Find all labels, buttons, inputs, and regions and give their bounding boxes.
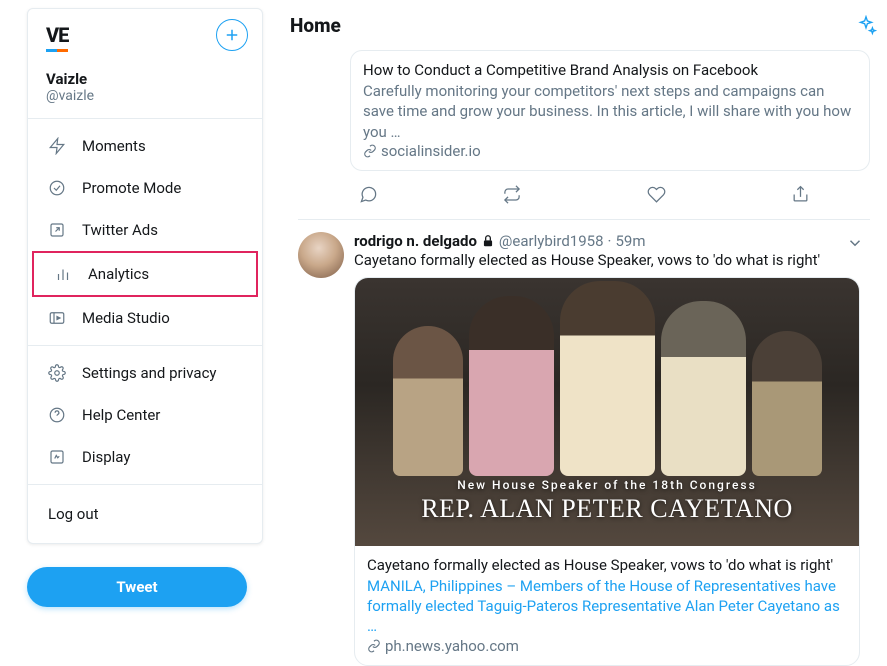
menu-group-2: Settings and privacy Help Center Display <box>28 345 262 484</box>
menu-settings[interactable]: Settings and privacy <box>28 352 262 394</box>
feed: How to Conduct a Competitive Brand Analy… <box>298 50 870 666</box>
tweet-author[interactable]: rodrigo n. delgado <box>354 232 477 250</box>
reply-icon <box>359 185 378 204</box>
external-icon <box>48 221 66 239</box>
link-card-1[interactable]: How to Conduct a Competitive Brand Analy… <box>350 50 870 171</box>
menu-label: Analytics <box>88 265 149 283</box>
tweet-item: rodrigo n. delgado @earlybird1958 · 59m … <box>298 219 870 666</box>
promote-icon <box>48 179 66 197</box>
link-card-source: socialinsider.io <box>363 142 857 160</box>
menu-promote-mode[interactable]: Promote Mode <box>28 167 262 209</box>
menu-label: Twitter Ads <box>82 221 158 239</box>
retweet-button[interactable] <box>502 185 522 205</box>
tweet-header: rodrigo n. delgado @earlybird1958 · 59m <box>354 232 860 250</box>
menu-logout[interactable]: Log out <box>28 491 262 537</box>
media-icon <box>48 309 66 327</box>
tweet-time[interactable]: 59m <box>615 232 645 250</box>
profile-block[interactable]: Vaizle @vaizle <box>28 70 262 118</box>
link-icon <box>363 144 377 158</box>
header-bar: Home <box>290 14 877 37</box>
like-button[interactable] <box>646 185 666 205</box>
menu-display[interactable]: Display <box>28 436 262 478</box>
profile-name: Vaizle <box>46 70 244 88</box>
media-image: New House Speaker of the 18th Congress R… <box>355 278 859 546</box>
compose-button[interactable] <box>216 19 248 51</box>
chevron-down-icon <box>846 234 864 252</box>
tweet-text: Cayetano formally elected as House Speak… <box>354 251 860 269</box>
help-icon <box>48 406 66 424</box>
retweet-icon <box>502 185 522 204</box>
menu-label: Media Studio <box>82 309 170 327</box>
plus-icon <box>223 26 241 44</box>
page-title: Home <box>290 14 341 37</box>
link-card-desc: Carefully monitoring your competitors' n… <box>363 81 857 142</box>
sidebar: VE Vaizle @vaizle Moments Promote Mode Twi… <box>27 8 263 544</box>
tweet-menu-button[interactable] <box>846 234 864 252</box>
display-icon <box>48 448 66 466</box>
heart-icon <box>647 185 666 204</box>
menu-label: Help Center <box>82 406 160 424</box>
link-card-source: ph.news.yahoo.com <box>367 637 847 655</box>
sparkle-button[interactable] <box>855 15 877 37</box>
avatar[interactable] <box>298 232 344 278</box>
share-icon <box>791 185 810 204</box>
tweet-button[interactable]: Tweet <box>27 567 247 607</box>
menu-group-3: Log out <box>28 484 262 543</box>
image-overlay-title: REP. ALAN PETER CAYETANO <box>355 494 859 524</box>
brand-logo: VE <box>46 23 68 52</box>
link-icon <box>367 639 381 653</box>
menu-label: Settings and privacy <box>82 364 217 382</box>
menu-label: Promote Mode <box>82 179 181 197</box>
menu-analytics[interactable]: Analytics <box>32 251 258 297</box>
link-card-desc: MANILA, Philippines – Members of the Hou… <box>367 576 847 637</box>
sparkle-icon <box>855 15 877 37</box>
lock-icon <box>481 234 495 248</box>
image-overlay-subtitle: New House Speaker of the 18th Congress <box>355 478 859 492</box>
menu-label: Display <box>82 448 130 466</box>
menu-group-1: Moments Promote Mode Twitter Ads Analytics M… <box>28 118 262 345</box>
menu-label: Moments <box>82 137 146 155</box>
menu-media-studio[interactable]: Media Studio <box>28 297 262 339</box>
menu-help[interactable]: Help Center <box>28 394 262 436</box>
link-card-title: How to Conduct a Competitive Brand Analy… <box>363 61 857 79</box>
gear-icon <box>48 364 66 382</box>
profile-handle: @vaizle <box>46 88 244 104</box>
menu-moments[interactable]: Moments <box>28 125 262 167</box>
link-card-2[interactable]: New House Speaker of the 18th Congress R… <box>354 277 860 666</box>
menu-twitter-ads[interactable]: Twitter Ads <box>28 209 262 251</box>
tweet-handle[interactable]: @earlybird1958 <box>499 232 604 250</box>
tweet-actions-1 <box>298 177 870 219</box>
sidebar-header: VE <box>28 9 262 64</box>
lightning-icon <box>48 137 66 155</box>
link-card-title: Cayetano formally elected as House Speak… <box>367 556 847 574</box>
analytics-icon <box>54 265 72 283</box>
reply-button[interactable] <box>358 185 378 205</box>
share-button[interactable] <box>790 185 810 205</box>
